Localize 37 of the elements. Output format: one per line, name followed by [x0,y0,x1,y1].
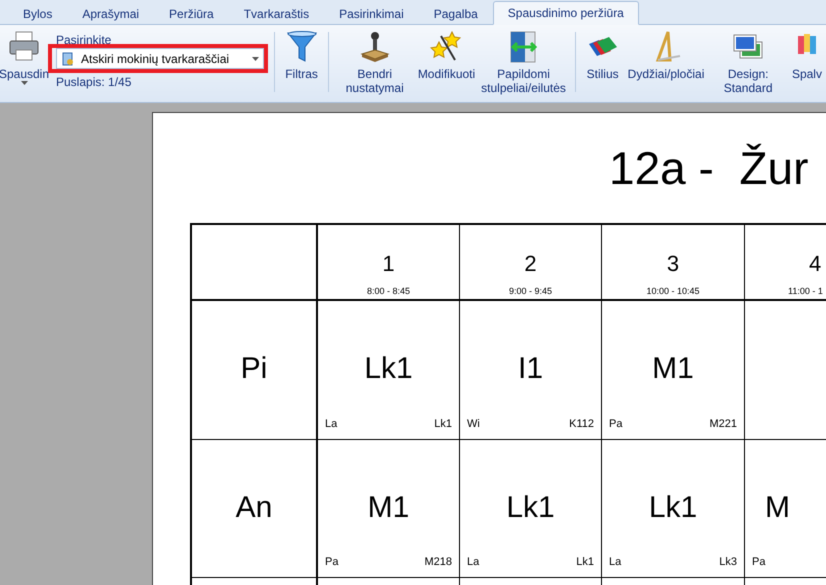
lesson-cell: Lk1 La Lk1 [460,440,602,578]
caret-icon [252,56,260,60]
ribbon-button[interactable]: Bendri nustatymai [334,28,415,102]
ribbon-tab[interactable]: Tvarkaraštis [228,3,324,25]
funnel-icon [286,30,318,64]
ribbon-button[interactable]: Spalv [788,28,826,102]
ribbon-button[interactable]: Filtras [281,28,322,102]
period-header: 4 11:00 - 1 [745,225,826,301]
lesson-cell: Lk1 La Lk3 [602,440,745,578]
ribbon-tab[interactable]: Spausdinimo peržiūra [492,1,639,25]
ribbon-tab[interactable]: Pagalba [418,3,493,25]
page-title: 12a - Žur [608,141,810,196]
page-counter: Puslapis: 1/45 [56,75,132,90]
stamp-icon [358,30,391,64]
ribbon-button[interactable]: Papildomi stulpeliai/eilutės [478,28,569,102]
ribbon-tab[interactable]: Peržiūra [154,3,229,25]
lesson-cell: M1 Pa M218 [318,440,460,578]
lesson-cell: M Pa [745,440,826,578]
ribbon-tab[interactable]: Bylos [8,3,68,25]
ribbon-button[interactable]: Stilius [582,28,624,102]
ribbon-button[interactable]: Modifikuoti [414,28,478,102]
day-cell: Pi [192,301,318,440]
report-dropdown[interactable]: Atskiri mokinių tvarkaraščiai [56,48,264,69]
lesson-cell: Lk1 La Lk1 [318,301,460,440]
lesson-cell: M1 Pa M221 [602,301,745,440]
caret-icon [20,81,28,85]
document-icon [61,52,75,66]
lesson-cell: I1 Wi K112 [460,301,602,440]
period-header: 2 9:00 - 9:45 [460,225,602,301]
ribbon-tab[interactable]: Pasirinkimai [324,3,419,25]
selector-label: Pasirinkite [56,33,112,48]
ribbon-tab[interactable]: Aprašymai [67,3,154,25]
ribbon-button[interactable]: Dydžiai/pločiai [624,28,708,102]
ribbon-button[interactable]: Design: Standard [708,28,788,102]
day-cell: An [192,440,318,578]
period-header: 3 10:00 - 10:45 [602,225,745,301]
period-header: 1 8:00 - 8:45 [318,225,460,301]
